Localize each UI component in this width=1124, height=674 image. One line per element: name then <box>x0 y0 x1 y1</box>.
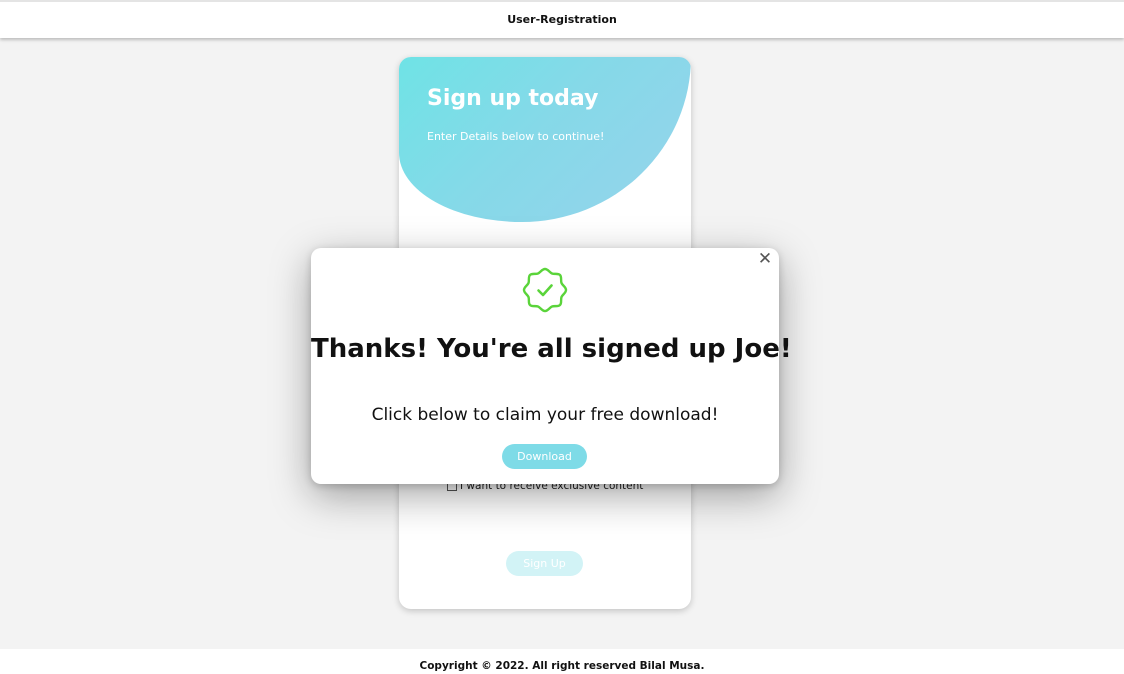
signup-button[interactable]: Sign Up <box>506 551 583 576</box>
signup-subheading: Enter Details below to continue! <box>427 130 605 143</box>
close-icon[interactable]: ✕ <box>757 250 773 268</box>
success-modal: ✕ Thanks! You're all signed up Joe! Clic… <box>311 248 792 484</box>
page-title: User-Registration <box>507 13 617 26</box>
verified-check-icon <box>522 267 568 313</box>
footer: Copyright © 2022. All right reserved Bil… <box>0 649 1124 674</box>
top-navbar: User-Registration <box>0 0 1124 38</box>
copyright-text: Copyright © 2022. All right reserved Bil… <box>419 660 705 672</box>
modal-message: Click below to claim your free download! <box>371 405 719 425</box>
modal-title: Thanks! You're all signed up Joe! <box>311 334 792 364</box>
signup-heading: Sign up today <box>427 86 599 111</box>
download-button[interactable]: Download <box>502 444 587 469</box>
